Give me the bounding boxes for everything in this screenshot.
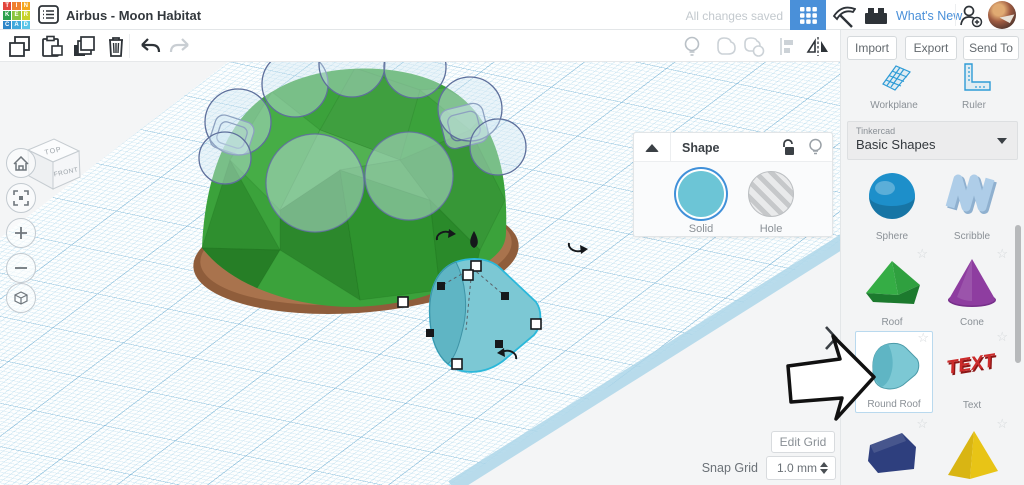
logo-tile: R	[21, 11, 30, 20]
solid-label: Solid	[688, 223, 714, 235]
scribble-shape-icon	[945, 174, 997, 214]
perspective-toggle-button[interactable]	[6, 283, 36, 313]
solid-swatch[interactable]	[678, 171, 724, 217]
svg-text:TEXT: TEXT	[945, 350, 998, 379]
edit-grid-button[interactable]: Edit Grid	[771, 431, 835, 453]
logo-tile: A	[12, 20, 21, 29]
ungroup-icon[interactable]	[742, 35, 766, 58]
collapse-icon	[645, 143, 659, 152]
shape-tile-text[interactable]: ☆ TEXT TEXT Text	[933, 329, 1011, 413]
shape-tile-cone[interactable]: ☆ Cone	[933, 246, 1011, 330]
pyramid-shape-icon	[948, 431, 998, 479]
snap-grid-select[interactable]: 1.0 mm	[766, 456, 836, 480]
snap-grid-value: 1.0 mm	[777, 461, 818, 475]
hole-swatch[interactable]	[748, 171, 794, 217]
flip-icon[interactable]	[806, 35, 830, 58]
shape-tile-pyramid[interactable]: ☆	[933, 416, 1011, 485]
panel-title: Shape	[682, 141, 720, 155]
undo-icon[interactable]	[138, 35, 162, 58]
logo-tile: C	[3, 20, 12, 29]
tinkercad-app: TOP FRONT Shape Solid Hole Edit Grid Sna…	[0, 0, 1024, 485]
text-shape-icon: TEXT TEXT	[945, 350, 999, 381]
brick-icon[interactable]	[863, 3, 889, 28]
sphere-shape-icon	[869, 173, 915, 219]
minecraft-pickaxe-icon[interactable]	[830, 3, 856, 28]
unlock-icon[interactable]	[780, 139, 796, 157]
snap-grid-caret-icon	[820, 462, 828, 474]
design-menu-icon[interactable]	[38, 5, 59, 24]
rotate-handle	[567, 242, 589, 255]
show-all-icon[interactable]	[680, 35, 704, 58]
logo-tile: K	[3, 11, 12, 20]
polygon-shape-icon	[868, 433, 916, 473]
whats-new-link[interactable]: What's New	[896, 9, 962, 23]
export-button[interactable]: Export	[905, 36, 957, 60]
header-bar: T I N K E R C A D Airbus - Moon Habitat …	[0, 0, 1024, 30]
zoom-in-button[interactable]	[6, 218, 36, 248]
edit-toolbar	[0, 30, 840, 62]
cone-shape-icon	[948, 259, 996, 307]
save-status: All changes saved	[685, 9, 783, 23]
header-divider	[955, 4, 956, 26]
duplicate-icon[interactable]	[72, 35, 96, 58]
shape-tile-sphere[interactable]: Sphere	[853, 162, 931, 244]
library-name: Basic Shapes	[856, 137, 936, 152]
viewport-3d[interactable]: TOP FRONT Shape Solid Hole Edit Grid Sna…	[0, 62, 840, 485]
logo-tile: D	[21, 20, 30, 29]
import-button[interactable]: Import	[847, 36, 897, 60]
ruler-label: Ruler	[962, 100, 986, 111]
library-brand: Tinkercad	[856, 126, 896, 136]
solid-option[interactable]: Solid	[671, 171, 731, 235]
logo-tile: N	[21, 2, 30, 11]
dashboard-grid-button[interactable]	[790, 0, 826, 30]
chevron-down-icon	[997, 138, 1007, 144]
shape-tile-roof[interactable]: ☆ Roof	[853, 246, 931, 330]
home-view-button[interactable]	[6, 148, 36, 178]
toolbar-divider	[129, 34, 130, 58]
logo-tile: T	[3, 2, 12, 11]
delete-icon[interactable]	[104, 35, 128, 58]
shapes-sidebar: Import Export Send To Workplane Ruler Ti…	[840, 30, 1024, 485]
zoom-out-button[interactable]	[6, 253, 36, 283]
shape-library-select[interactable]: Tinkercad Basic Shapes	[847, 121, 1018, 160]
round-roof-shape-icon	[872, 342, 920, 390]
shape-tile-polygon[interactable]: ☆	[853, 416, 931, 485]
hole-label: Hole	[759, 223, 783, 235]
workplane-icon	[882, 65, 911, 91]
snap-grid-label: Snap Grid	[701, 461, 758, 475]
invite-user-icon[interactable]	[958, 3, 984, 28]
sidebar-scrollbar[interactable]	[1015, 225, 1021, 363]
lightbulb-icon[interactable]	[808, 138, 823, 157]
paste-icon[interactable]	[40, 35, 64, 58]
redo-icon[interactable]	[168, 35, 192, 58]
logo-tile: I	[12, 2, 21, 11]
panel-collapse-button[interactable]	[634, 133, 671, 162]
selected-round-roof[interactable]	[428, 258, 542, 373]
copy-icon[interactable]	[8, 35, 32, 58]
align-icon[interactable]	[776, 35, 800, 58]
group-icon[interactable]	[714, 35, 738, 58]
user-avatar[interactable]	[988, 1, 1016, 29]
grid-icon	[799, 6, 817, 24]
shape-inspector-panel: Shape Solid Hole	[633, 132, 833, 237]
send-to-button[interactable]: Send To	[963, 36, 1019, 60]
logo-tile: E	[12, 11, 21, 20]
workplane-label: Workplane	[870, 100, 918, 111]
fit-view-button[interactable]	[6, 183, 36, 213]
sidebar-collapse-chevron[interactable]	[822, 324, 840, 352]
shape-tile-scribble[interactable]: Scribble	[933, 162, 1011, 244]
hole-option[interactable]: Hole	[741, 171, 801, 235]
roof-shape-icon	[866, 261, 920, 304]
tinkercad-logo[interactable]: T I N K E R C A D	[3, 2, 30, 29]
ruler-tool[interactable]: Ruler	[939, 62, 1009, 111]
workplane-tool[interactable]: Workplane	[859, 62, 929, 111]
design-title[interactable]: Airbus - Moon Habitat	[66, 8, 201, 23]
shape-tile-round-roof[interactable]: ☆ Round Roof	[855, 330, 933, 413]
scene-3d	[193, 62, 840, 485]
ruler-icon	[964, 63, 991, 91]
